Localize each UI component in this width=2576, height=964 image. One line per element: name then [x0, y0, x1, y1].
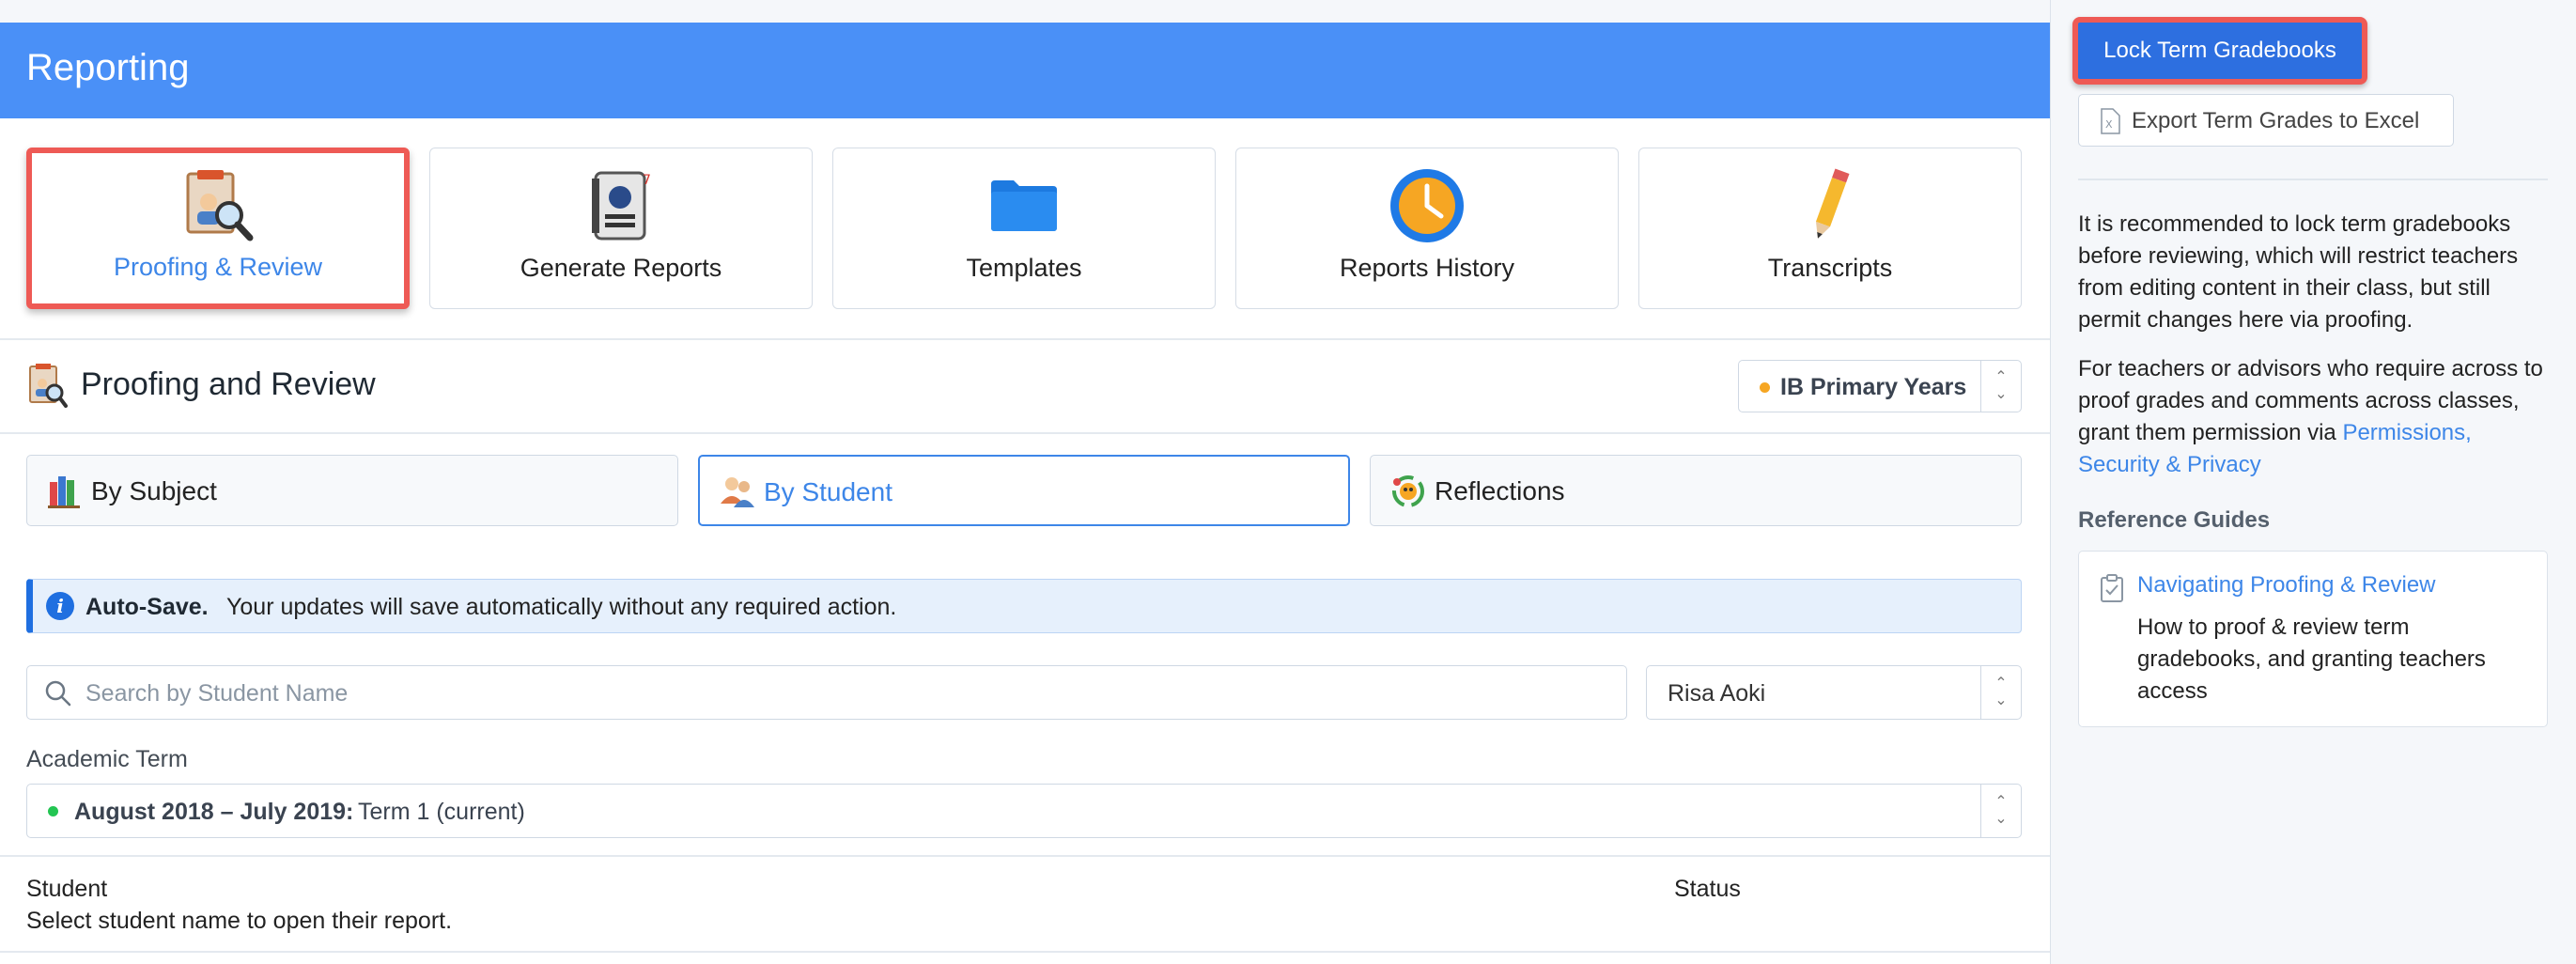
table-hint: Select student name to open their report…	[26, 908, 453, 934]
report-cards-icon: 7	[588, 169, 654, 247]
excel-file-icon: X	[2100, 108, 2120, 141]
nav-cards: Proofing & Review 7 Generate Reports Tem…	[26, 148, 2022, 309]
top-strip	[0, 0, 2050, 23]
tab-label: By Student	[764, 477, 892, 506]
page-header: Reporting	[0, 23, 2050, 118]
status-dot	[1760, 382, 1770, 393]
term-range: August 2018 – July 2019:	[74, 799, 354, 825]
export-label: Export Term Grades to Excel	[2132, 108, 2420, 133]
proofing-icon	[180, 168, 256, 246]
main-panel: Reporting Proofing & Review 7 Generate R…	[0, 0, 2051, 964]
permission-text: For teachers or advisors who require acr…	[2078, 353, 2557, 481]
divider	[0, 432, 2050, 434]
student-select[interactable]: Risa Aoki ⌃ ⌄	[1646, 665, 2022, 720]
info-icon: i	[46, 592, 74, 620]
reference-guide-card: Navigating Proofing & Review How to proo…	[2078, 551, 2548, 727]
auto-save-alert: i Auto-Save. Your updates will save auto…	[26, 579, 2022, 633]
card-reports-history[interactable]: Reports History	[1235, 148, 1619, 309]
lock-term-gradebooks-button[interactable]: Lock Term Gradebooks	[2072, 17, 2367, 85]
export-term-grades-button[interactable]: X Export Term Grades to Excel	[2078, 94, 2454, 147]
proofing-small-icon	[26, 363, 68, 412]
tab-label: Reflections	[1435, 476, 1565, 505]
card-transcripts[interactable]: Transcripts	[1638, 148, 2022, 309]
program-select-value: IB Primary Years	[1780, 374, 1967, 400]
sidebar-divider	[2078, 179, 2548, 180]
card-label: Reports History	[1339, 254, 1515, 282]
tab-by-subject[interactable]: By Subject	[26, 455, 678, 526]
page-title: Reporting	[26, 47, 190, 88]
card-proofing-review[interactable]: Proofing & Review	[26, 148, 410, 309]
card-templates[interactable]: Templates	[832, 148, 1216, 309]
svg-text:7: 7	[643, 173, 651, 188]
card-label: Transcripts	[1767, 254, 1893, 282]
column-header-student: Student	[26, 876, 108, 902]
clock-icon	[1389, 167, 1466, 249]
svg-text:X: X	[2105, 118, 2113, 131]
clipboard-icon	[2100, 574, 2124, 607]
term-value: Term 1 (current)	[358, 799, 525, 825]
divider	[0, 338, 2050, 340]
search-input[interactable]	[84, 676, 1591, 711]
updown-chevron-icon: ⌃ ⌄	[1980, 666, 2021, 719]
card-label: Proofing & Review	[113, 253, 323, 281]
alert-message: Your updates will save automatically wit…	[226, 594, 897, 620]
academic-term-select[interactable]: August 2018 – July 2019: Term 1 (current…	[26, 784, 2022, 838]
column-header-status: Status	[1674, 876, 1741, 902]
pencil-icon	[1802, 165, 1858, 249]
updown-chevron-icon: ⌃ ⌄	[1980, 785, 2021, 837]
student-select-value: Risa Aoki	[1668, 680, 1766, 707]
card-generate-reports[interactable]: 7 Generate Reports	[429, 148, 813, 309]
card-label: Templates	[966, 254, 1082, 282]
reference-guides-heading: Reference Guides	[2078, 507, 2271, 533]
updown-chevron-icon: ⌃ ⌄	[1980, 361, 2021, 412]
program-select[interactable]: IB Primary Years ⌃ ⌄	[1738, 360, 2022, 412]
tab-reflections[interactable]: Reflections	[1370, 455, 2022, 526]
tab-by-student[interactable]: By Student	[698, 455, 1350, 526]
card-label: Generate Reports	[520, 254, 722, 282]
tab-label: By Subject	[91, 476, 217, 505]
guide-link[interactable]: Navigating Proofing & Review	[2137, 572, 2436, 599]
reflections-icon	[1391, 474, 1425, 515]
status-dot	[48, 806, 58, 816]
search-icon	[44, 679, 72, 714]
divider	[0, 855, 2050, 857]
folder-icon	[989, 177, 1059, 238]
student-search	[26, 665, 1627, 720]
guide-description: How to proof & review term gradebooks, a…	[2137, 614, 2486, 704]
students-icon	[721, 475, 754, 514]
academic-term-label: Academic Term	[26, 746, 188, 772]
section-title: Proofing and Review	[81, 366, 376, 402]
divider	[0, 951, 2050, 953]
lock-recommendation-text: It is recommended to lock term gradebook…	[2078, 211, 2519, 333]
permission-text-body: For teachers or advisors who require acr…	[2078, 356, 2543, 445]
books-icon	[48, 474, 80, 515]
alert-title: Auto-Save.	[85, 594, 209, 620]
